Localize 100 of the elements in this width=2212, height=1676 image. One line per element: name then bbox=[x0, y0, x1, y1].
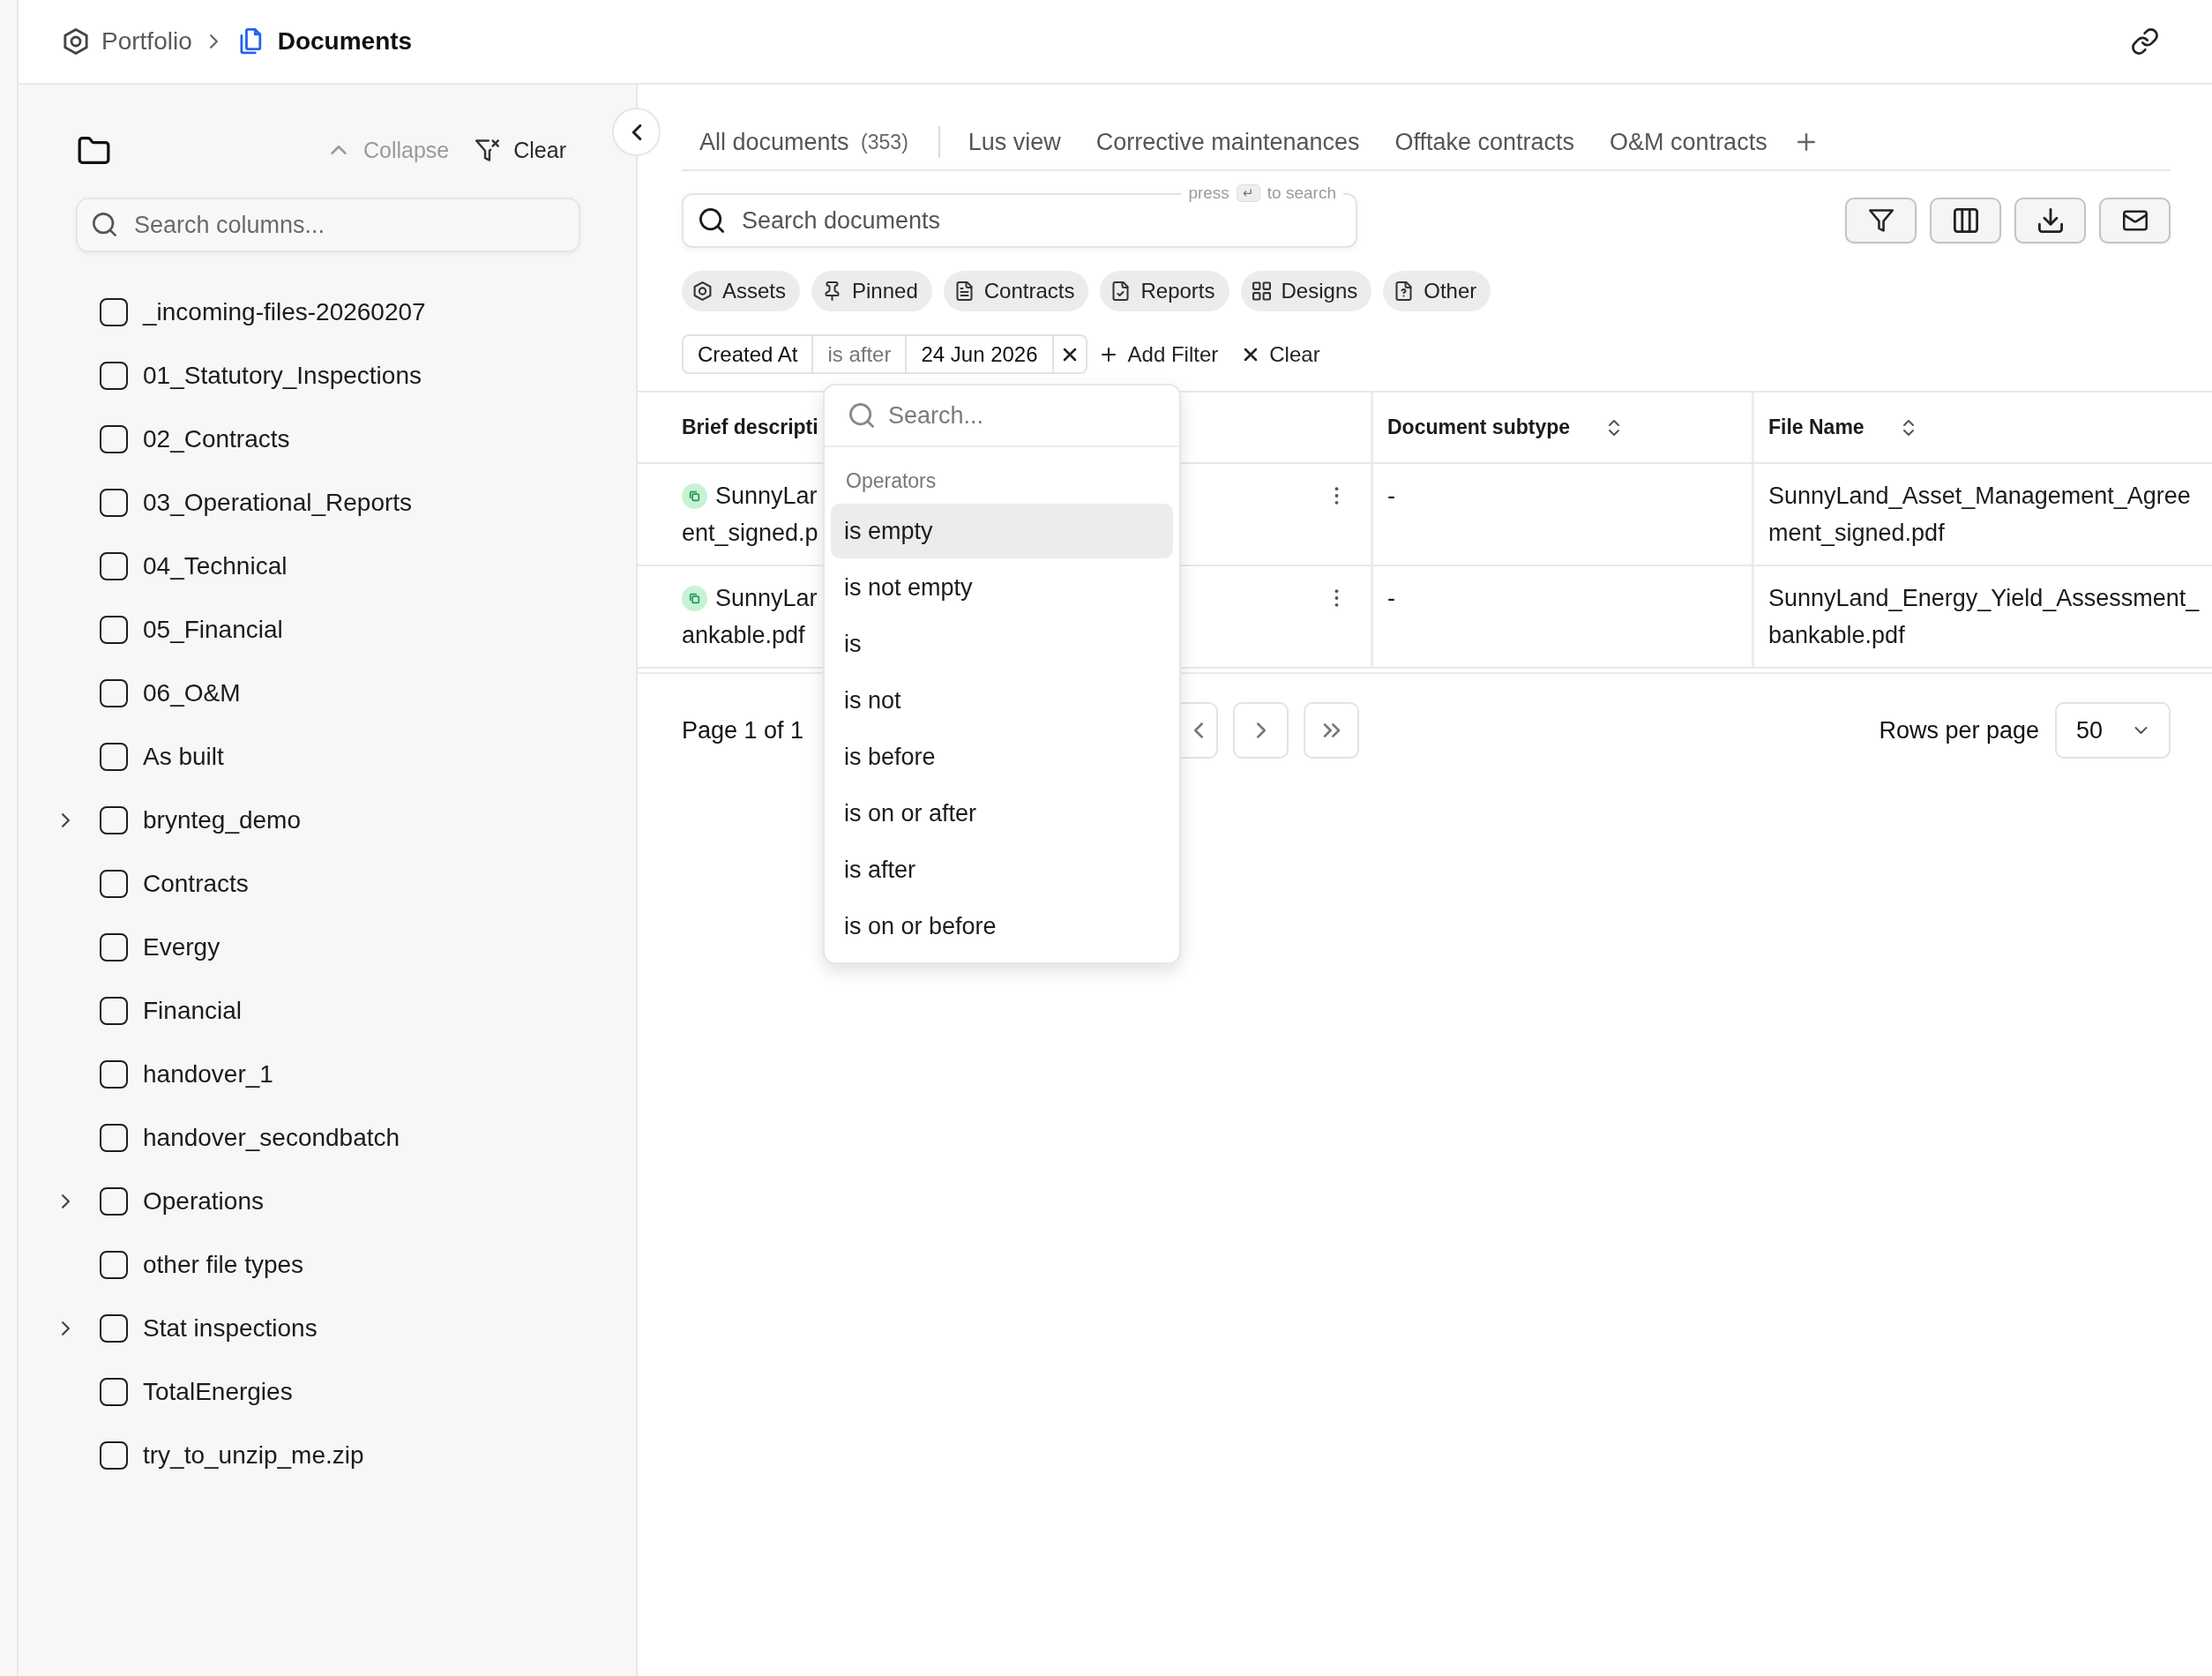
plus-icon bbox=[1101, 347, 1116, 362]
chevron-down-icon bbox=[2134, 727, 2148, 734]
folder-label[interactable]: _incoming-files-20260207 bbox=[143, 298, 426, 326]
folder-label[interactable]: Operations bbox=[143, 1187, 264, 1216]
page-indicator: Page 1 of 1 bbox=[682, 716, 804, 744]
kebab-menu-icon[interactable] bbox=[1334, 589, 1339, 607]
file-name: SunnyLand_Energy_Yield_Assessment_bankable.pdf bbox=[1768, 585, 2200, 648]
folder-label[interactable]: Financial bbox=[143, 997, 243, 1025]
menu-item[interactable]: is not empty bbox=[831, 560, 1173, 615]
chevron-left-icon bbox=[1194, 722, 1203, 738]
folder-label[interactable]: 03_Operational_Reports bbox=[143, 489, 413, 517]
category-chip[interactable]: Designs bbox=[1240, 271, 1372, 311]
close-icon bbox=[1244, 348, 1258, 361]
folder-label[interactable]: brynteg_demo bbox=[143, 806, 301, 834]
checkbox[interactable] bbox=[100, 679, 128, 707]
chevron-right-icon[interactable] bbox=[62, 1321, 70, 1336]
checkbox[interactable] bbox=[100, 997, 128, 1025]
plus-icon bbox=[1797, 133, 1815, 151]
file-question-icon bbox=[1394, 281, 1414, 301]
checkbox[interactable] bbox=[100, 1060, 128, 1089]
columns-icon bbox=[1953, 208, 1978, 233]
checkbox[interactable] bbox=[100, 1314, 128, 1343]
folder-label[interactable]: 01_Statutory_Inspections bbox=[143, 362, 422, 390]
checkbox[interactable] bbox=[100, 489, 128, 517]
checkbox[interactable] bbox=[100, 870, 128, 898]
category-chip[interactable]: Pinned bbox=[811, 271, 932, 311]
checkbox[interactable] bbox=[100, 1251, 128, 1279]
folder-label[interactable]: Stat inspections bbox=[143, 1314, 318, 1343]
search-field[interactable]: Search columns... bbox=[76, 198, 580, 252]
menu-item[interactable]: is empty bbox=[831, 504, 1173, 558]
sort-icon[interactable] bbox=[1902, 418, 1914, 437]
sort-icon[interactable] bbox=[1609, 418, 1620, 437]
file-check-icon bbox=[1111, 281, 1131, 301]
checkbox[interactable] bbox=[100, 743, 128, 771]
description-text: SunnyLar bbox=[715, 482, 818, 511]
menu-item[interactable]: is not bbox=[831, 673, 1173, 728]
checkbox[interactable] bbox=[100, 1378, 128, 1406]
chevron-up-icon bbox=[330, 146, 347, 154]
folder-label[interactable]: 05_Financial bbox=[143, 616, 283, 644]
folder-label[interactable]: Evergy bbox=[143, 933, 220, 961]
menu-item[interactable]: is on or after bbox=[831, 786, 1173, 841]
pin-icon bbox=[823, 281, 842, 301]
checkbox[interactable] bbox=[100, 298, 128, 326]
link-icon[interactable] bbox=[2132, 28, 2158, 55]
checkbox[interactable] bbox=[100, 1441, 128, 1470]
filter-value[interactable]: 24 Jun 2026 bbox=[905, 336, 1052, 372]
download-button[interactable] bbox=[2014, 198, 2086, 243]
chevron-right-icon[interactable] bbox=[62, 1194, 70, 1208]
menu-item[interactable]: is bbox=[831, 617, 1173, 671]
menu-item[interactable]: is on or before bbox=[831, 899, 1173, 954]
mail-button[interactable] bbox=[2099, 198, 2171, 243]
folder-label[interactable]: As built bbox=[143, 743, 224, 771]
checkbox[interactable] bbox=[100, 1124, 128, 1152]
category-chip[interactable]: Contracts bbox=[943, 271, 1089, 311]
tab[interactable]: O&M contracts bbox=[1592, 115, 1785, 169]
tab[interactable]: All documents (353) bbox=[682, 115, 926, 169]
checkbox[interactable] bbox=[100, 552, 128, 580]
breadcrumb-link[interactable]: Portfolio bbox=[101, 27, 192, 56]
add-filter-button[interactable]: Add Filter bbox=[1101, 341, 1219, 367]
checkbox[interactable] bbox=[100, 425, 128, 453]
columns-button[interactable] bbox=[1930, 198, 2001, 243]
clear-button[interactable]: Clear bbox=[475, 137, 566, 163]
rows-per-page-label: Rows per page bbox=[1879, 716, 2039, 744]
checkbox[interactable] bbox=[100, 362, 128, 390]
folder-label[interactable]: 02_Contracts bbox=[143, 425, 290, 453]
checkbox[interactable] bbox=[100, 1187, 128, 1216]
category-chip[interactable]: Assets bbox=[682, 271, 801, 311]
description-text: ent_signed.p bbox=[682, 519, 818, 548]
checkbox[interactable] bbox=[100, 616, 128, 644]
folder-label[interactable]: TotalEnergies bbox=[143, 1378, 293, 1406]
document-icon bbox=[954, 281, 974, 301]
folder-label[interactable]: handover_1 bbox=[143, 1060, 273, 1089]
rows-per-page-select[interactable]: 50 bbox=[2055, 702, 2171, 759]
chevron-right-icon bbox=[209, 34, 218, 49]
folder-label[interactable]: other file types bbox=[143, 1251, 304, 1279]
filter-button[interactable] bbox=[1845, 198, 1917, 243]
menu-item[interactable]: is before bbox=[831, 730, 1173, 784]
last-page-button[interactable] bbox=[1304, 702, 1359, 759]
menu-item[interactable]: is after bbox=[831, 842, 1173, 897]
description-text: ankable.pdf bbox=[682, 621, 805, 650]
category-chip[interactable]: Reports bbox=[1100, 271, 1229, 311]
folder-label[interactable]: try_to_unzip_me.zip bbox=[143, 1441, 364, 1470]
folder-label[interactable]: 06_O&M bbox=[143, 679, 241, 707]
tab[interactable]: Offtake contracts bbox=[1377, 115, 1593, 169]
filter-operator[interactable]: is after bbox=[811, 336, 906, 372]
folder-label[interactable]: 04_Technical bbox=[143, 552, 288, 580]
folder-label[interactable]: Contracts bbox=[143, 870, 249, 898]
search-field[interactable]: Search... bbox=[825, 385, 1179, 447]
chevron-right-icon[interactable] bbox=[62, 813, 70, 827]
category-chip[interactable]: Other bbox=[1383, 271, 1491, 311]
checkbox[interactable] bbox=[100, 806, 128, 834]
tab[interactable]: Lus view bbox=[950, 115, 1079, 169]
kebab-menu-icon[interactable] bbox=[1334, 487, 1339, 505]
clear-filters-button[interactable]: Clear bbox=[1244, 341, 1320, 367]
checkbox[interactable] bbox=[100, 933, 128, 961]
mail-icon bbox=[2122, 208, 2148, 233]
search-icon bbox=[849, 403, 874, 428]
filter-field[interactable]: Created At bbox=[684, 336, 812, 372]
folder-label[interactable]: handover_secondbatch bbox=[143, 1124, 400, 1152]
tab[interactable]: Corrective maintenances bbox=[1078, 115, 1378, 169]
